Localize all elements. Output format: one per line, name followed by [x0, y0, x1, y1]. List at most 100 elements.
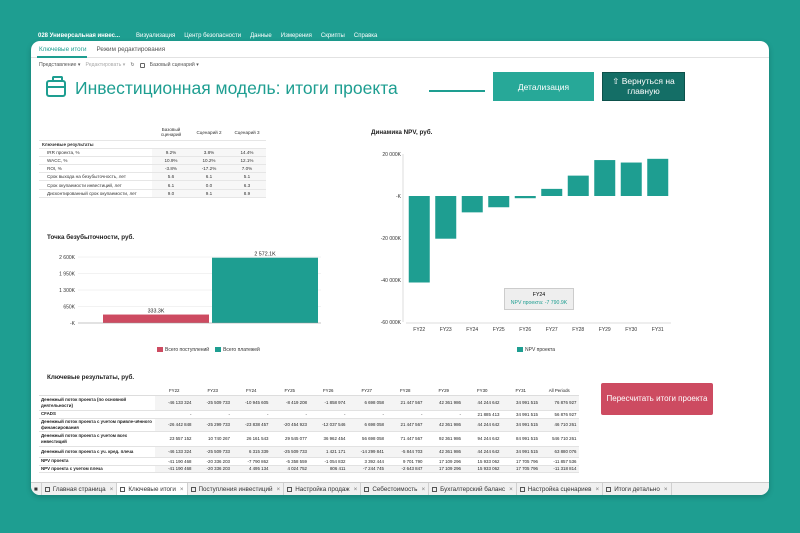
- cell: 10 740 267: [193, 431, 232, 447]
- cell: 15 933 062: [463, 457, 502, 466]
- menu-visualization[interactable]: Визуализация: [136, 33, 175, 39]
- tab-5[interactable]: Себестоимость ×: [361, 482, 430, 495]
- tab-label: Себестоимость: [372, 485, 418, 493]
- page-icon: [519, 486, 525, 492]
- y-tick-label: -40 000K: [381, 278, 402, 284]
- cell: 34 991 515: [501, 446, 540, 458]
- table-row: Денежный поток проекта (по основной деят…: [39, 395, 579, 411]
- tab-label: Настройка сценариев: [527, 485, 592, 493]
- tab-7[interactable]: Настройка сценариев ×: [517, 482, 604, 495]
- cell: 17 705 796: [501, 465, 540, 473]
- page-icon: [432, 486, 438, 492]
- legend-item: NPV проекта: [517, 347, 555, 353]
- cell: -25 509 733: [193, 395, 232, 411]
- page-icon: [44, 486, 50, 492]
- cell: 21 885 413: [463, 410, 502, 419]
- bar: [647, 158, 669, 196]
- row-label: Денежный поток проекта с уч. кред. плеча: [39, 446, 155, 458]
- cell: -5 358 559: [270, 457, 309, 466]
- cell: 56 698 058: [347, 431, 386, 447]
- sheets-menu-icon[interactable]: ■: [31, 482, 42, 495]
- cell: 94 244 642: [463, 431, 502, 447]
- cell: 9 701 790: [386, 457, 425, 466]
- npv-chart: -60 000K -40 000K -20 000K -K 20 000K FY22 FY2…: [381, 152, 671, 333]
- cell: -8 419 208: [270, 395, 309, 411]
- row-label: CFADS: [39, 410, 155, 419]
- y-tick-label: -60 000K: [381, 320, 402, 326]
- bar: [514, 196, 536, 199]
- cell: -41 190 468: [155, 465, 194, 473]
- table-row: NPV проекта -41 190 468 -20 336 203 -7 790 …: [39, 457, 579, 466]
- close-icon[interactable]: ×: [421, 486, 425, 493]
- cell: 63 880 076: [540, 446, 579, 458]
- menu-security-center[interactable]: Центр безопасности: [184, 33, 241, 39]
- legend-label: Всего поступлений: [165, 347, 210, 353]
- header-cell: FY28: [386, 386, 425, 396]
- bar: [488, 196, 510, 208]
- bar: [435, 196, 457, 239]
- header-cell: FY26: [309, 386, 348, 396]
- cell: -7 790 862: [232, 457, 271, 466]
- cell: -25 299 733: [193, 418, 232, 432]
- menu-scripts[interactable]: Скрипты: [321, 33, 345, 39]
- header-cell: FY25: [270, 386, 309, 396]
- header-cell: FY22: [155, 386, 194, 396]
- tab-2[interactable]: Ключевые итоги ×: [117, 482, 188, 495]
- table-row: CFADS - - - - - - - -21 885 413 34 991 515 56 876 …: [39, 410, 579, 419]
- cell: 34 991 515: [501, 410, 540, 419]
- x-tick-label: FY27: [546, 327, 558, 333]
- cell: -: [424, 410, 463, 419]
- x-tick-label: FY26: [519, 327, 531, 333]
- close-icon[interactable]: ×: [664, 486, 668, 493]
- cell: 56 876 927: [540, 410, 579, 419]
- app-topbar: 028 Универсальная инвес... Визуализация …: [0, 26, 800, 42]
- menu-help[interactable]: Справка: [354, 33, 378, 39]
- tab-label: Настройка продаж: [295, 485, 350, 493]
- row-label: Денежный поток проекта (по основной деят…: [39, 395, 155, 411]
- menu-dimensions[interactable]: Измерения: [281, 33, 312, 39]
- x-tick-label: FY28: [572, 327, 584, 333]
- cell: -12 037 546: [309, 418, 348, 432]
- row-label: NPV проекта: [39, 457, 155, 466]
- legend-swatch: [517, 347, 523, 353]
- recalculate-button[interactable]: Пересчитать итоги проекта: [601, 383, 713, 415]
- cell: 21 447 567: [386, 395, 425, 411]
- cell: -5 844 703: [386, 446, 425, 458]
- main-menu: Визуализация Центр безопасности Данные И…: [136, 33, 377, 39]
- close-icon[interactable]: ×: [354, 486, 358, 493]
- cell: 806 411: [309, 465, 348, 473]
- cell: 71 447 567: [386, 431, 425, 447]
- cell: 46 710 261: [540, 418, 579, 432]
- close-icon[interactable]: ×: [277, 486, 281, 493]
- tab-4[interactable]: Настройка продаж ×: [284, 482, 362, 495]
- menu-data[interactable]: Данные: [250, 33, 272, 39]
- cell: -20 336 203: [193, 465, 232, 473]
- tab-1[interactable]: Главная страница ×: [42, 482, 118, 495]
- cell: -20 336 203: [193, 457, 232, 466]
- table-row: Денежный поток проекта с учетом всех инв…: [39, 431, 579, 447]
- close-icon[interactable]: ×: [110, 486, 114, 493]
- row-label: NPV проекта с учетом плеча: [39, 465, 155, 473]
- tab-label: Поступления инвестиций: [198, 485, 273, 493]
- cell: 92 361 986: [424, 431, 463, 447]
- table-icon: [287, 486, 293, 492]
- tab-6[interactable]: Бухгалтерский баланс ×: [429, 482, 517, 495]
- cell: 34 991 515: [501, 395, 540, 411]
- close-icon[interactable]: ×: [180, 486, 184, 493]
- close-icon[interactable]: ×: [596, 486, 600, 493]
- tab-8[interactable]: Итоги детально ×: [603, 482, 672, 495]
- y-tick-label: 20 000K: [382, 152, 401, 158]
- app-window: Ключевые итоги Режим редактирования Пред…: [31, 41, 769, 495]
- tab-3[interactable]: Поступления инвестиций ×: [188, 482, 285, 495]
- cell: 4 495 134: [232, 465, 271, 473]
- tooltip-title: FY24: [532, 292, 546, 298]
- results-title: Ключевые результаты, руб.: [47, 374, 135, 381]
- header-cell: FY29: [424, 386, 463, 396]
- close-icon[interactable]: ×: [509, 486, 513, 493]
- bar: [461, 196, 483, 213]
- page-icon: [120, 486, 126, 492]
- header-cell: FY31: [501, 386, 540, 396]
- header-cell: FY23: [193, 386, 232, 396]
- results-header-row: FY22 FY23 FY24 FY25 FY26 FY27 FY28 FY29 FY30 FY31…: [39, 386, 579, 396]
- cell: 29 545 077: [270, 431, 309, 447]
